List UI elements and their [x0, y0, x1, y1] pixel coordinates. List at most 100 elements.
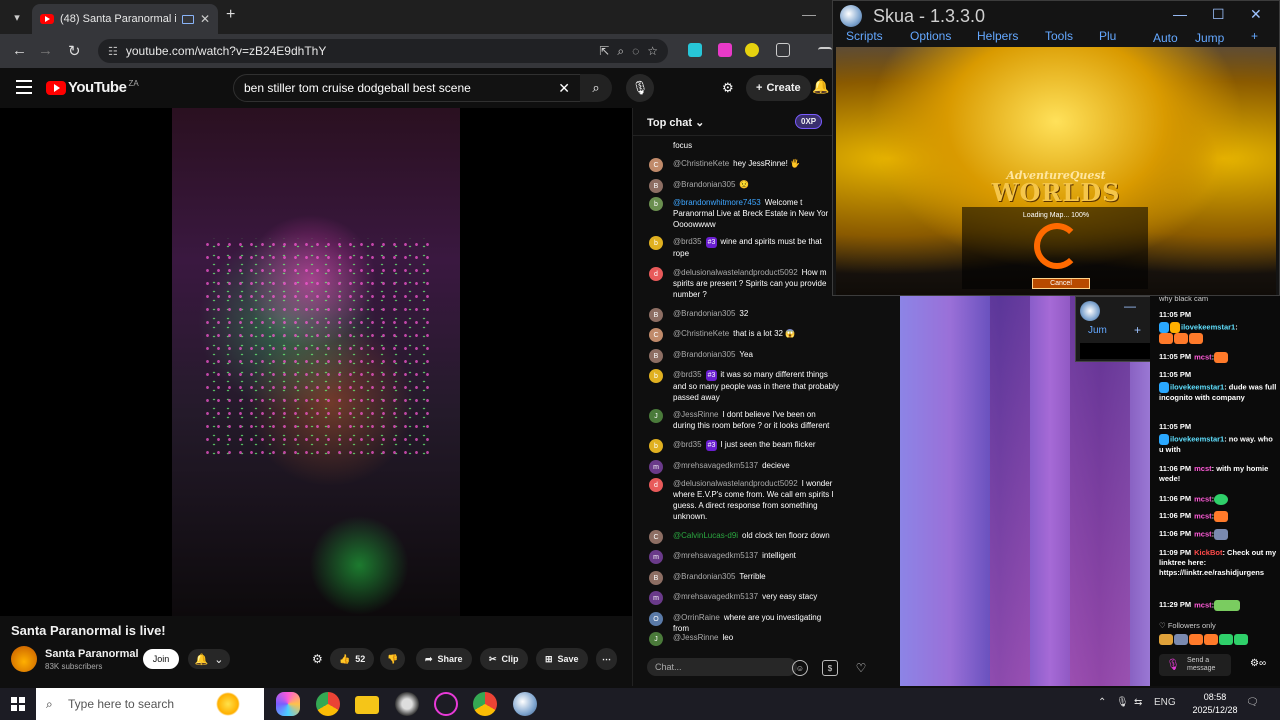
chat-author[interactable]: @JessRinne — [673, 633, 718, 642]
sparkle-icon[interactable] — [216, 692, 240, 716]
forward-arrow-icon[interactable]: → — [38, 42, 53, 59]
chat-author[interactable]: @brandonwhitmore7453 — [673, 198, 761, 207]
game-viewport[interactable]: AdventureQuest WORLDS Loading Map... 100… — [836, 47, 1276, 295]
eye-off-icon[interactable]: ◌ — [632, 44, 639, 58]
microphone-icon[interactable]: 🎙 — [1116, 697, 1129, 708]
network-icon[interactable]: ⇆ — [1134, 697, 1142, 708]
address-bar[interactable]: ☷ youtube.com/watch?v=zB24E9dhThY ⇱ ⌕ ◌ … — [98, 39, 668, 63]
chat-author[interactable]: @JessRinne — [673, 410, 718, 419]
maximize-icon[interactable]: ☐ — [1212, 6, 1225, 23]
menu-plugins[interactable]: Plu — [1099, 29, 1116, 43]
chat-author[interactable]: @ChristineKete — [673, 329, 729, 338]
mini-jump-label[interactable]: Jum — [1088, 325, 1107, 336]
extension-gear-icon-2[interactable]: ⚙ — [312, 652, 323, 666]
clip-button[interactable]: ✂ Clip — [480, 648, 528, 670]
chat-author[interactable]: @ChristineKete — [673, 159, 729, 168]
emote-bar[interactable] — [1159, 634, 1277, 645]
emote-icon[interactable] — [1234, 634, 1248, 645]
windows-start-icon[interactable] — [11, 697, 25, 711]
chat-message-list[interactable]: focus C @ChristineKete hey JessRinne! 🖐 B @… — [633, 138, 841, 660]
skua-taskbar-icon[interactable] — [513, 692, 537, 716]
kick-username[interactable]: mcst — [1194, 352, 1212, 361]
extension-3-icon[interactable] — [745, 43, 759, 57]
save-button[interactable]: ⊞ Save — [536, 648, 588, 670]
extension-gear-icon[interactable]: ⚙ — [722, 80, 734, 96]
close-icon[interactable]: ✕ — [1250, 6, 1262, 23]
site-info-icon[interactable]: ☷ — [108, 45, 118, 58]
chat-author[interactable]: @mrehsavagedkm5137 — [673, 551, 758, 560]
kick-username[interactable]: ilovekeemstar1 — [1170, 382, 1224, 391]
chat-author[interactable]: @OrrinRaine — [673, 613, 720, 622]
chat-author[interactable]: @Brandonian305 — [673, 350, 735, 359]
install-app-icon[interactable]: ⇱ — [599, 44, 609, 58]
window-minimize-button[interactable]: — — [802, 6, 816, 22]
menu-icon[interactable] — [16, 80, 32, 94]
kick-username[interactable]: mcst — [1194, 511, 1212, 520]
emote-icon[interactable] — [1159, 634, 1173, 645]
chat-author[interactable]: @delusionalwastelandproduct5092 — [673, 479, 798, 488]
add-icon[interactable]: + — [1134, 323, 1141, 337]
notifications-bell-icon[interactable]: 🔔 — [812, 78, 829, 95]
chat-author[interactable]: @Brandonian305 — [673, 180, 735, 189]
emote-icon[interactable] — [1174, 634, 1188, 645]
channel-avatar[interactable] — [11, 646, 37, 672]
new-tab-button[interactable]: + — [226, 6, 235, 24]
super-chat-icon[interactable]: $ — [822, 660, 838, 676]
menu-jump[interactable]: Jump — [1195, 31, 1224, 45]
create-button[interactable]: + Create — [746, 75, 811, 101]
back-arrow-icon[interactable]: ← — [12, 42, 27, 59]
like-button[interactable]: 👍 52 — [330, 648, 375, 670]
show-hidden-icons-icon[interactable]: ⌃ — [1098, 697, 1106, 708]
file-explorer-icon[interactable] — [355, 696, 379, 714]
chat-author[interactable]: @brd35 — [673, 370, 702, 379]
menu-auto[interactable]: Auto — [1153, 31, 1178, 45]
obs-icon[interactable] — [395, 692, 419, 716]
channel-name[interactable]: Santa Paranormal — [45, 648, 139, 660]
settings-icon[interactable]: ⚙∞ — [1250, 658, 1266, 669]
search-button[interactable]: ⌕ — [580, 74, 612, 102]
kick-username[interactable]: KickBot — [1194, 548, 1222, 557]
join-button[interactable]: Join — [143, 649, 179, 669]
minimize-icon[interactable]: — — [1173, 6, 1187, 22]
chat-author[interactable]: @mrehsavagedkm5137 — [673, 461, 758, 470]
emote-icon[interactable] — [1189, 634, 1203, 645]
emoji-icon[interactable]: ☺ — [792, 660, 808, 676]
reading-list-icon[interactable] — [818, 47, 832, 55]
chat-author[interactable]: @CalvinLucas-d9i — [673, 531, 738, 540]
menu-helpers[interactable]: Helpers — [977, 29, 1018, 43]
chat-author[interactable]: @delusionalwastelandproduct5092 — [673, 268, 798, 277]
chat-author[interactable]: @brd35 — [673, 440, 702, 449]
chrome-icon[interactable] — [316, 692, 340, 716]
kick-username[interactable]: ilovekeemstar1 — [1181, 322, 1235, 331]
kick-username[interactable]: ilovekeemstar1 — [1170, 434, 1224, 443]
dislike-button[interactable]: 👎 — [380, 648, 406, 670]
language-indicator[interactable]: ENG — [1154, 697, 1176, 708]
search-input[interactable]: ben stiller tom cruise dodgeball best sc… — [233, 74, 581, 102]
more-actions-button[interactable]: ⋯ — [596, 648, 617, 670]
share-button[interactable]: ➦ Share — [416, 648, 472, 670]
extensions-puzzle-icon[interactable] — [776, 43, 790, 57]
microphone-icon[interactable]: 🎙 — [1166, 658, 1180, 671]
menu-tools[interactable]: Tools — [1045, 29, 1073, 43]
youtube-logo[interactable]: YouTube ZA — [46, 79, 139, 96]
tab-close-icon[interactable]: ✕ — [200, 12, 210, 26]
add-icon[interactable]: + — [1251, 29, 1258, 43]
menu-options[interactable]: Options — [910, 29, 951, 43]
cancel-button[interactable]: Cancel — [1032, 278, 1090, 289]
top-chat-dropdown[interactable]: Top chat ⌄ — [647, 116, 704, 129]
extension-1-icon[interactable] — [688, 43, 702, 57]
system-clock[interactable]: 08:58 2025/12/28 — [1188, 691, 1242, 717]
chat-input[interactable]: Chat... — [647, 658, 797, 676]
heart-icon[interactable]: ♡ — [853, 660, 869, 676]
xp-badge[interactable]: 0XP — [795, 114, 823, 129]
tab-search-icon[interactable]: ▾ — [6, 6, 28, 28]
kick-username[interactable]: mcst — [1194, 529, 1212, 538]
copilot-icon[interactable] — [276, 692, 300, 716]
subscribed-notification-button[interactable]: 🔔 ⌄ — [188, 649, 230, 669]
reload-icon[interactable]: ↻ — [68, 42, 81, 60]
chat-author[interactable]: @Brandonian305 — [673, 572, 735, 581]
minimize-icon[interactable]: — — [1124, 299, 1136, 313]
extension-2-icon[interactable] — [718, 43, 732, 57]
browser-tab[interactable]: (48) Santa Paranormal is live! ✕ — [32, 4, 218, 34]
clear-search-icon[interactable]: ✕ — [558, 80, 570, 97]
